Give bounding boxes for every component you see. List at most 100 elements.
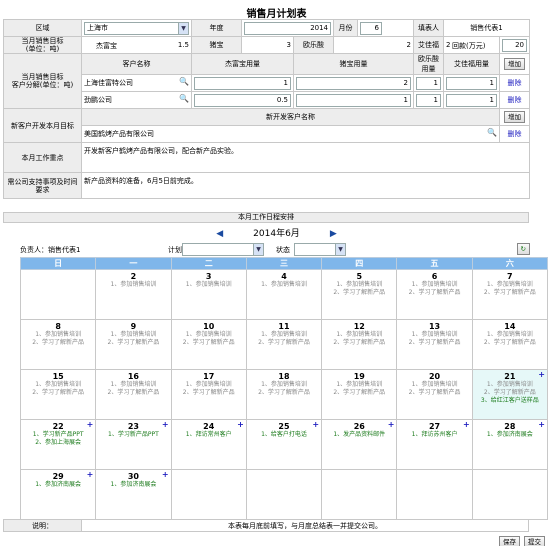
- calendar-event[interactable]: 2、学习了解新产品: [172, 339, 246, 347]
- qty-input[interactable]: 1: [416, 76, 442, 90]
- calendar-day[interactable]: 27 1、拜访苏州客户 +: [396, 419, 473, 470]
- calendar-event[interactable]: 1、给客户打电话: [247, 431, 321, 439]
- chevron-down-icon[interactable]: ▼: [178, 22, 188, 34]
- calendar-event[interactable]: 1、参加销售培训: [322, 331, 396, 339]
- calendar-day[interactable]: 13 1、参加销售培训 2、学习了解新产品: [396, 319, 473, 370]
- calendar-day[interactable]: 19 1、参加销售培训 2、学习了解新产品: [321, 369, 398, 420]
- calendar-day[interactable]: 11 1、参加销售培训 2、学习了解新产品: [245, 319, 323, 370]
- add-event-icon[interactable]: +: [463, 420, 470, 429]
- qty-input[interactable]: 1: [446, 93, 498, 107]
- delete-link[interactable]: 删除: [499, 74, 531, 92]
- calendar-event[interactable]: 1、参加济南展会: [21, 481, 95, 489]
- calendar-event[interactable]: 1、参加销售培训: [473, 381, 547, 389]
- calendar-event[interactable]: 1、参加销售培训: [397, 331, 471, 339]
- calendar-event[interactable]: 1、参加销售培训: [96, 381, 170, 389]
- delete-link[interactable]: 删除: [499, 91, 531, 109]
- calendar-event[interactable]: 1、参加销售培训: [96, 281, 170, 289]
- calendar-event[interactable]: 1、参加销售培训: [172, 331, 246, 339]
- prev-month-icon[interactable]: ◀: [216, 229, 223, 239]
- target-aijiafu[interactable]: 2: [446, 41, 450, 49]
- calendar-day[interactable]: 20 1、参加销售培训 2、学习了解新产品: [396, 369, 473, 420]
- calendar-event[interactable]: 1、参加销售培训: [473, 281, 547, 289]
- calendar-day[interactable]: 18 1、参加销售培训 2、学习了解新产品: [245, 369, 323, 420]
- calendar-day[interactable]: 15 1、参加销售培训 2、学习了解新产品: [19, 369, 97, 420]
- calendar-event[interactable]: 2、参加上海展会: [21, 439, 95, 447]
- add-customer-button[interactable]: 增加: [504, 58, 526, 70]
- calendar-event[interactable]: 2、学习了解新产品: [473, 289, 547, 297]
- calendar-event[interactable]: 2、学习了解新产品: [473, 339, 547, 347]
- calendar-event[interactable]: 1、参加销售培训: [172, 381, 246, 389]
- calendar-event[interactable]: 2、学习了解新产品: [21, 389, 95, 397]
- month-input[interactable]: 6: [360, 21, 383, 35]
- add-event-icon[interactable]: +: [162, 470, 169, 479]
- calendar-day[interactable]: 16 1、参加销售培训 2、学习了解新产品: [95, 369, 172, 420]
- add-event-icon[interactable]: +: [87, 470, 94, 479]
- calendar-day[interactable]: 9 1、参加销售培训 2、学习了解新产品: [95, 319, 172, 370]
- add-event-icon[interactable]: +: [388, 420, 395, 429]
- calendar-event[interactable]: 1、拜访苏州客户: [397, 431, 471, 439]
- calendar-day[interactable]: 30 1、参加济南展会 +: [95, 469, 172, 520]
- search-icon[interactable]: 🔍: [179, 94, 189, 103]
- calendar-day[interactable]: 28 1、参加济南展会 +: [471, 419, 549, 470]
- refresh-icon[interactable]: ↻: [516, 243, 530, 255]
- calendar-event[interactable]: 2、学习了解新产品: [397, 339, 471, 347]
- calendar-event[interactable]: 1、拜访常州客户: [172, 431, 246, 439]
- calendar-day[interactable]: 23 1、学习新产品PPT +: [95, 419, 172, 470]
- add-event-icon[interactable]: +: [87, 420, 94, 429]
- calendar-day[interactable]: 10 1、参加销售培训 2、学习了解新产品: [170, 319, 247, 370]
- focus-textarea[interactable]: 开发新客户鹤烤产品有限公司，配合新产品实验。: [80, 142, 531, 173]
- calendar-day[interactable]: 14 1、参加销售培训 2、学习了解新产品: [471, 319, 549, 370]
- add-event-icon[interactable]: +: [237, 420, 244, 429]
- search-icon[interactable]: 🔍: [487, 128, 497, 137]
- qty-input[interactable]: 2: [296, 76, 412, 90]
- calendar-event[interactable]: 1、参加销售培训: [397, 281, 471, 289]
- add-event-icon[interactable]: +: [538, 370, 545, 379]
- target-oulesuan[interactable]: 2: [333, 36, 415, 54]
- calendar-day[interactable]: 12 1、参加销售培训 2、学习了解新产品: [321, 319, 398, 370]
- chevron-down-icon[interactable]: ▼: [335, 244, 345, 255]
- calendar-event[interactable]: 1、发产品资料邮件: [322, 431, 396, 439]
- calendar-event[interactable]: 1、学习新产品PPT: [21, 431, 95, 439]
- year-input[interactable]: 2014: [244, 21, 332, 35]
- calendar-event[interactable]: 2、学习了解新产品: [473, 389, 547, 397]
- calendar-day[interactable]: 21 1、参加销售培训 2、学习了解新产品 3、给红江客户送样品 +: [471, 369, 549, 420]
- calendar-event[interactable]: 1、参加销售培训: [322, 381, 396, 389]
- calendar-event[interactable]: 2、学习了解新产品: [322, 339, 396, 347]
- calendar-day[interactable]: 6 1、参加销售培训 2、学习了解新产品: [396, 269, 473, 320]
- calendar-event[interactable]: 2、学习了解新产品: [397, 389, 471, 397]
- add-newcust-button[interactable]: 增加: [504, 111, 526, 123]
- calendar-event[interactable]: 1、参加销售培训: [247, 331, 321, 339]
- calendar-day[interactable]: 7 1、参加销售培训 2、学习了解新产品: [471, 269, 549, 320]
- calendar-event[interactable]: 2、学习了解新产品: [322, 289, 396, 297]
- next-month-icon[interactable]: ▶: [330, 229, 337, 239]
- calendar-event[interactable]: 2、学习了解新产品: [172, 389, 246, 397]
- calendar-event[interactable]: 2、学习了解新产品: [247, 389, 321, 397]
- calendar-event[interactable]: 1、参加销售培训: [322, 281, 396, 289]
- delete-link[interactable]: 删除: [499, 125, 531, 143]
- calendar-event[interactable]: 1、参加销售培训: [247, 281, 321, 289]
- calendar-event[interactable]: 1、参加济南展会: [96, 481, 170, 489]
- calendar-day[interactable]: 26 1、发产品资料邮件 +: [321, 419, 398, 470]
- support-textarea[interactable]: 新产品资料的准备，6月5日前完成。: [80, 172, 531, 199]
- search-icon[interactable]: 🔍: [179, 77, 189, 86]
- calendar-day[interactable]: 2 1、参加销售培训: [95, 269, 172, 320]
- calendar-event[interactable]: 1、参加销售培训: [473, 331, 547, 339]
- calendar-event[interactable]: 1、参加销售培训: [247, 381, 321, 389]
- calendar-event[interactable]: 1、参加销售培训: [21, 381, 95, 389]
- calendar-event[interactable]: 1、学习新产品PPT: [96, 431, 170, 439]
- calendar-event[interactable]: 2、学习了解新产品: [397, 289, 471, 297]
- add-event-icon[interactable]: +: [538, 420, 545, 429]
- add-event-icon[interactable]: +: [162, 420, 169, 429]
- calendar-event[interactable]: 1、参加销售培训: [172, 281, 246, 289]
- calendar-event[interactable]: 2、学习了解新产品: [96, 339, 170, 347]
- payment-input[interactable]: 20: [502, 38, 528, 52]
- calendar-event[interactable]: 2、学习了解新产品: [21, 339, 95, 347]
- status-select[interactable]: ▼: [294, 243, 346, 256]
- calendar-day[interactable]: 4 1、参加销售培训: [245, 269, 323, 320]
- qty-input[interactable]: 1: [296, 93, 412, 107]
- qty-input[interactable]: 0.5: [194, 93, 291, 107]
- submit-button[interactable]: 提交: [524, 536, 545, 546]
- region-select[interactable]: 上海市 ▼: [84, 21, 189, 35]
- calendar-event[interactable]: 2、学习了解新产品: [322, 389, 396, 397]
- calendar-event[interactable]: 2、学习了解新产品: [247, 339, 321, 347]
